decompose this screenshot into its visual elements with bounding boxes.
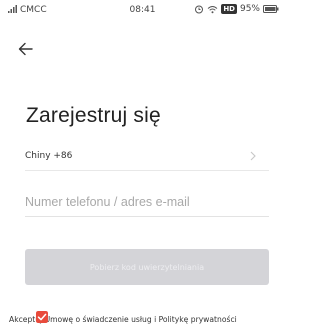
checkbox-checked-icon xyxy=(36,311,48,323)
consent-row: Akceptuj Umowę o świadczenie usług i Pol… xyxy=(9,311,237,324)
battery-percent: 95% xyxy=(239,4,260,14)
wifi-icon xyxy=(207,5,218,13)
status-icons: HD 95% xyxy=(194,4,279,14)
consent-checkbox[interactable] xyxy=(36,311,48,323)
hd-badge: HD xyxy=(221,4,237,14)
region-label: Chiny +86 xyxy=(25,151,73,161)
back-button[interactable] xyxy=(18,40,40,58)
alarm-icon xyxy=(195,5,204,14)
phone-email-input[interactable] xyxy=(25,188,269,217)
arrow-left-icon xyxy=(18,42,33,56)
get-verification-code-button[interactable]: Pobierz kod uwierzytelniania xyxy=(25,249,269,285)
page-title: Zarejestruj się xyxy=(26,104,161,127)
region-selector[interactable]: Chiny +86 xyxy=(25,146,269,171)
status-bar: CMCC 08:41 HD 95% xyxy=(0,0,285,18)
chevron-right-icon xyxy=(250,151,256,161)
battery-icon xyxy=(263,5,279,13)
